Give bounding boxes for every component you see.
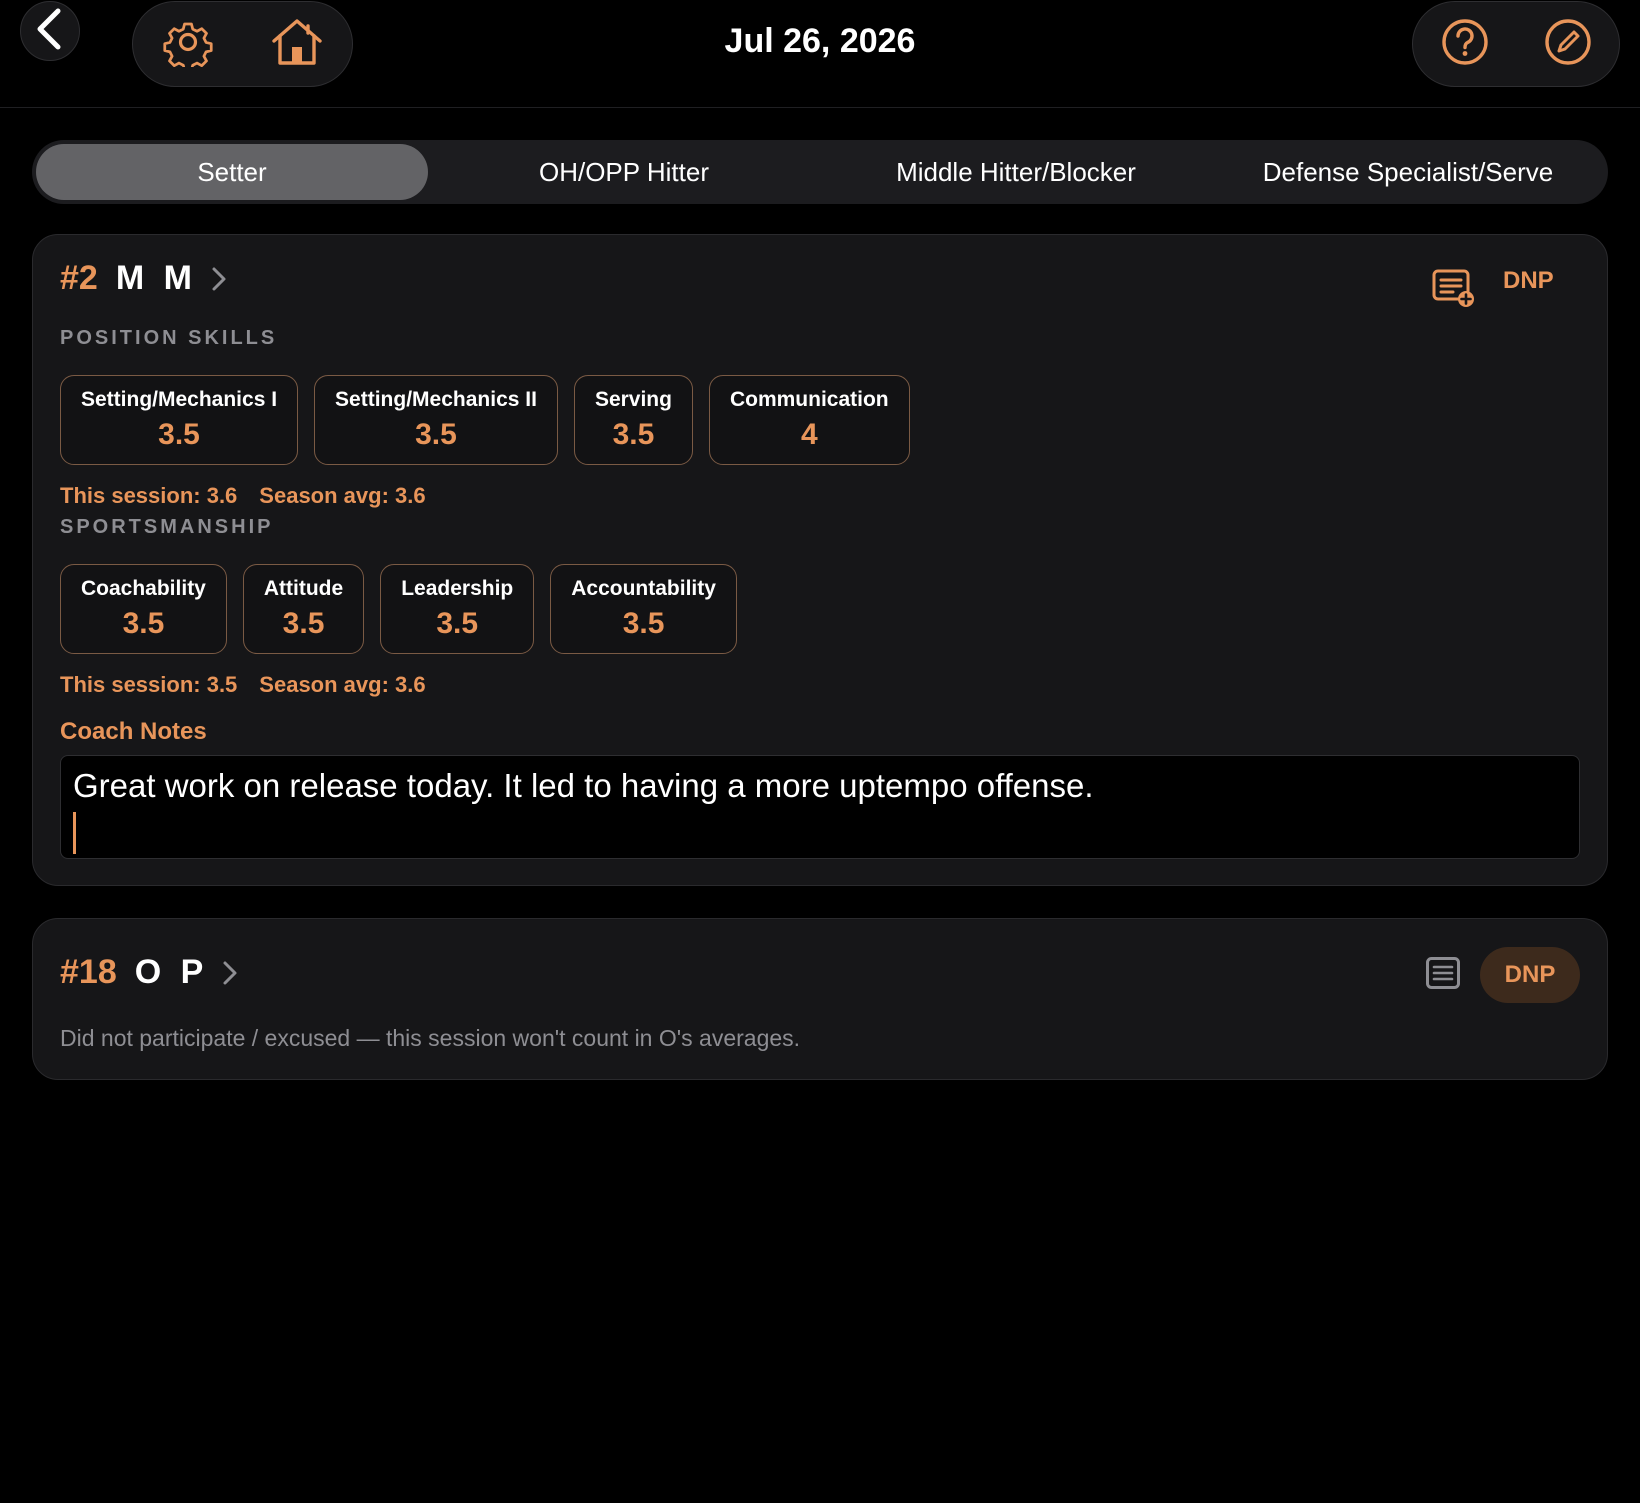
coach-notes-label: Coach Notes [60,718,207,745]
skill-value: 3.5 [622,607,665,640]
position-skills-list: Setting/Mechanics I 3.5 Setting/Mechanic… [60,375,910,465]
skill-label: Attitude [263,577,344,600]
question-circle-icon [1441,18,1489,71]
skill-label: Coachability [81,577,206,600]
skill-chip[interactable]: Setting/Mechanics II 3.5 [314,375,558,465]
skill-chip[interactable]: Attitude 3.5 [242,564,365,654]
skill-label: Accountability [571,577,716,600]
skill-value: 3.5 [122,607,165,640]
note-add-icon [1431,268,1475,313]
position-tabs: Setter OH/OPP Hitter Middle Hitter/Block… [32,140,1608,204]
session-average: This session: 3.6 [60,483,238,508]
skill-label: Serving [594,388,672,411]
coach-notes-field[interactable]: Great work on release today. It led to h… [60,755,1580,859]
dnp-message: Did not participate / excused — this ses… [60,1025,801,1051]
sportsmanship-label: SPORTSMANSHIP [60,516,274,538]
player-card: #18 O P DNP Did not participate / excuse… [32,918,1608,1080]
player-name: O P [134,953,209,991]
note-icon [1425,956,1461,995]
sportsmanship-stats: This session: 3.5 Season avg: 3.6 [60,672,426,698]
skill-chip[interactable]: Setting/Mechanics I 3.5 [60,375,299,465]
tab-middle-hitter-blocker[interactable]: Middle Hitter/Blocker [820,144,1212,200]
skill-value: 4 [800,418,818,451]
skill-label: Setting/Mechanics I [81,388,278,411]
skill-value: 3.5 [158,418,200,451]
skill-chip[interactable]: Coachability 3.5 [60,564,227,654]
player-name: M M [115,259,197,297]
player-header[interactable]: #2 M M [60,259,227,298]
position-skills-label: POSITION SKILLS [60,327,278,349]
skill-value: 3.5 [612,418,655,451]
skill-chip[interactable]: Communication 4 [708,375,910,465]
skill-label: Setting/Mechanics II [335,388,537,411]
player-number: #2 [60,259,98,297]
sportsmanship-list: Coachability 3.5 Attitude 3.5 Leadership… [60,564,737,654]
action-button-group [1412,1,1620,87]
help-button[interactable] [1435,14,1495,74]
skill-value: 3.5 [415,418,457,451]
session-average: This session: 3.5 [60,672,238,697]
pencil-circle-icon [1544,18,1592,71]
page-title: Jul 26, 2026 [724,22,916,60]
tab-oh-opp-hitter[interactable]: OH/OPP Hitter [428,144,820,200]
coach-notes-text: Great work on release today. It led to h… [73,767,1094,804]
skill-label: Leadership [401,577,514,600]
player-card: #2 M M DNP POSITION SKILLS Setting/Mecha… [32,234,1608,886]
skill-chip[interactable]: Accountability 3.5 [550,564,737,654]
edit-button[interactable] [1538,14,1598,74]
skill-chip[interactable]: Leadership 3.5 [380,564,535,654]
position-skills-stats: This session: 3.6 Season avg: 3.6 [60,483,426,509]
player-header[interactable]: #18 O P [60,953,238,992]
tab-defense-specialist-serve[interactable]: Defense Specialist/Serve [1212,144,1604,200]
skill-value: 3.5 [282,607,325,640]
season-average: Season avg: 3.6 [259,483,426,508]
skill-value: 3.5 [436,607,479,640]
season-average: Season avg: 3.6 [259,672,426,697]
skill-chip[interactable]: Serving 3.5 [573,375,693,465]
dnp-toggle[interactable]: DNP [1480,947,1580,1003]
top-bar: Jul 26, 2026 [0,0,1640,108]
dnp-button[interactable]: DNP [1503,267,1554,295]
skill-label: Communication [729,388,889,411]
player-number: #18 [60,953,117,991]
add-note-button[interactable] [1423,260,1483,320]
text-caret [73,812,76,854]
chevron-right-icon [222,960,238,986]
chevron-right-icon [211,266,227,292]
tab-setter[interactable]: Setter [36,144,428,200]
note-button[interactable] [1413,945,1473,1005]
